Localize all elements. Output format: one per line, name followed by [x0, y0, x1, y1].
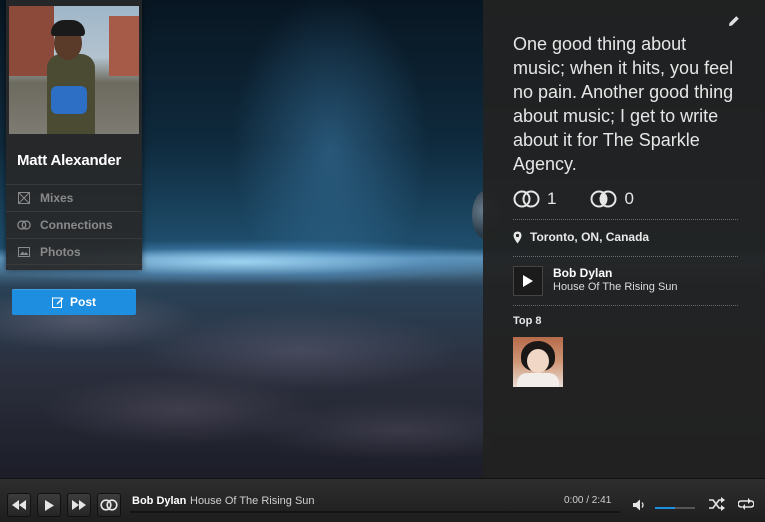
nav-item-label: Photos: [40, 244, 81, 259]
avatar-bag: [51, 86, 87, 114]
shuffle-icon[interactable]: [709, 497, 725, 516]
player-time: 0:00 / 2:41: [564, 495, 612, 506]
connections-in-value: 1: [547, 189, 557, 208]
top8-heading: Top 8: [513, 315, 542, 327]
post-button-label: Post: [69, 295, 96, 309]
track-title[interactable]: House Of The Rising Sun: [553, 280, 678, 294]
repeat-icon[interactable]: [737, 497, 755, 516]
photos-icon: [17, 246, 31, 258]
divider: [513, 256, 738, 257]
connections-out-icon: [590, 190, 617, 208]
divider: [513, 219, 738, 220]
nav-item-mixes[interactable]: Mixes: [6, 184, 142, 211]
track-artist[interactable]: Bob Dylan: [553, 266, 678, 280]
progress-bar[interactable]: [130, 511, 620, 513]
featured-track[interactable]: Bob Dylan House Of The Rising Sun: [513, 266, 678, 296]
volume-slider[interactable]: [655, 507, 695, 509]
nav-item-connections[interactable]: Connections: [6, 211, 142, 238]
profile-nav: Mixes Connections Photos: [6, 184, 142, 265]
map-pin-icon: [513, 231, 522, 244]
info-panel: One good thing about music; when it hits…: [483, 0, 765, 478]
profile-bio: One good thing about music; when it hits…: [513, 34, 734, 174]
next-button[interactable]: [67, 493, 91, 517]
rewind-icon: [12, 500, 26, 510]
player-artist[interactable]: Bob Dylan: [132, 495, 186, 507]
friend-shirt: [517, 373, 559, 387]
connect-button[interactable]: [97, 493, 121, 517]
post-button[interactable]: Post: [12, 289, 136, 315]
divider: [513, 305, 738, 306]
connections-icon: [17, 219, 31, 231]
connections-in-count[interactable]: 1: [513, 189, 556, 209]
previous-button[interactable]: [7, 493, 31, 517]
nav-item-photos[interactable]: Photos: [6, 238, 142, 265]
friend-face: [527, 349, 549, 373]
play-button[interactable]: [37, 493, 61, 517]
avatar-hat: [51, 20, 85, 36]
play-icon: [44, 499, 54, 511]
profile-name: Matt Alexander: [17, 152, 122, 169]
player-bar: Bob Dylan House Of The Rising Sun 0:00 /…: [0, 478, 765, 522]
track-play-button[interactable]: [513, 266, 543, 296]
pencil-icon[interactable]: [727, 14, 741, 28]
avatar-building-right: [109, 16, 139, 76]
nav-item-label: Mixes: [40, 191, 74, 205]
connection-counts: 1 0: [513, 189, 668, 209]
connections-out-value: 0: [624, 189, 634, 208]
top8-friend-avatar[interactable]: [513, 337, 563, 387]
location: Toronto, ON, Canada: [513, 230, 649, 244]
mixes-icon: [17, 192, 31, 204]
fast-forward-icon: [72, 500, 86, 510]
compose-icon: [51, 296, 64, 308]
track-text: Bob Dylan House Of The Rising Sun: [553, 266, 678, 296]
volume-icon[interactable]: [633, 498, 647, 516]
profile-card: Matt Alexander Mixes Connections Photos: [6, 0, 142, 270]
nav-item-label: Connections: [40, 218, 113, 232]
connections-in-icon: [513, 190, 540, 208]
connections-icon: [100, 499, 118, 511]
play-icon: [523, 275, 533, 287]
player-title[interactable]: House Of The Rising Sun: [190, 495, 315, 507]
profile-avatar[interactable]: [9, 6, 139, 134]
connections-out-count[interactable]: 0: [590, 189, 634, 209]
volume-level: [655, 507, 675, 509]
location-text: Toronto, ON, Canada: [530, 230, 650, 244]
